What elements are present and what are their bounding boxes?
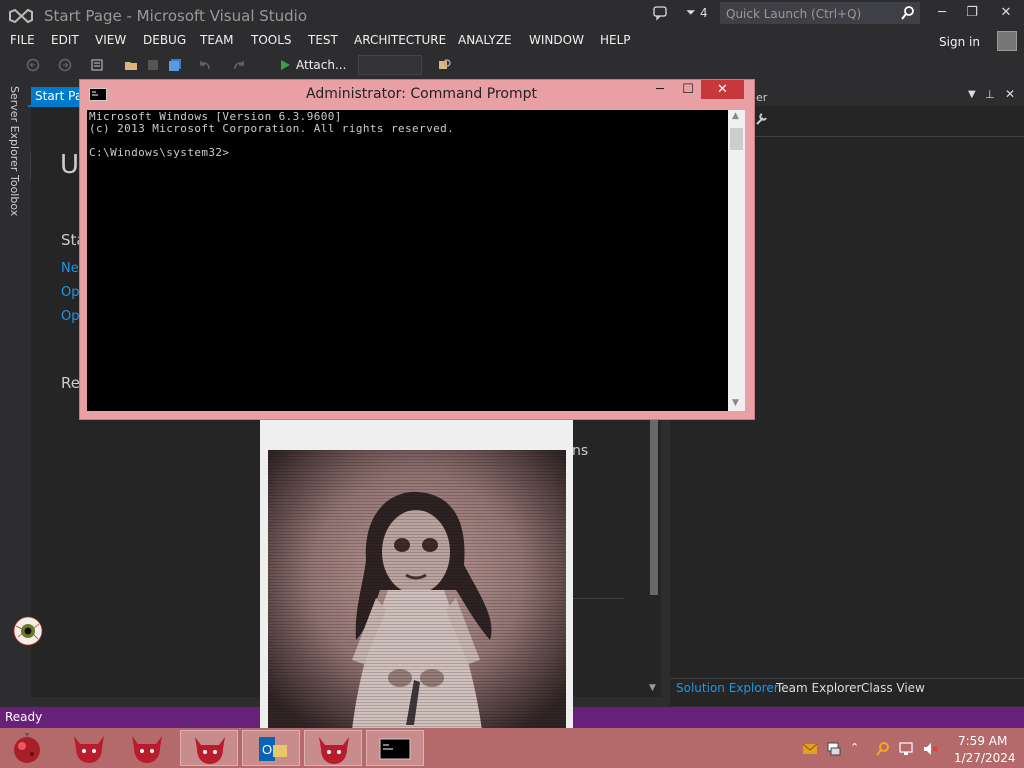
cmd-window-icon[interactable] [89, 88, 107, 101]
demon-head-icon [74, 736, 104, 763]
tab-team-explorer[interactable]: Team Explorer [776, 681, 862, 695]
account-avatar-icon[interactable] [997, 31, 1017, 51]
new-project-link[interactable]: Ne [61, 261, 79, 276]
clock-date[interactable]: 1/27/2024 [954, 751, 1016, 765]
feedback-count: 4 [700, 6, 708, 20]
start-page-scrollbar[interactable] [650, 420, 658, 595]
creepy-girl-image [268, 450, 566, 730]
menu-analyze[interactable]: ANALYZE [458, 33, 512, 47]
clock-time[interactable]: 7:59 AM [958, 734, 1007, 748]
scroll-down-icon[interactable]: ▼ [649, 683, 656, 693]
open-project-link[interactable]: Op [61, 285, 79, 300]
properties-wrench-icon[interactable] [754, 112, 768, 126]
forward-icon[interactable] [58, 58, 72, 72]
menu-test[interactable]: TEST [308, 33, 338, 47]
pin-icon[interactable]: ⊥ [985, 88, 995, 101]
menu-tools[interactable]: TOOLS [251, 33, 292, 47]
start-page-heading: U [60, 150, 80, 180]
show-hidden-icons-icon[interactable]: ⌃ [850, 741, 859, 754]
volume-muted-icon[interactable] [922, 741, 938, 757]
play-icon[interactable] [278, 58, 292, 72]
console-line: (c) 2013 Microsoft Corporation. All righ… [89, 122, 455, 135]
news-text-fragment: ns [572, 443, 589, 459]
redo-icon[interactable] [232, 58, 246, 72]
restore-button[interactable]: ❐ [962, 5, 982, 21]
quick-launch-input[interactable]: Quick Launch (Ctrl+Q) [720, 2, 920, 24]
search-icon[interactable] [875, 741, 891, 757]
console-prompt-line: C:\Windows\system32> [89, 146, 230, 159]
new-project-icon[interactable] [90, 58, 104, 72]
menu-help[interactable]: HELP [600, 33, 631, 47]
minimize-button[interactable]: ─ [932, 5, 952, 21]
solution-explorer-title: er [756, 91, 768, 104]
svg-text:O: O [262, 742, 272, 757]
network-icon[interactable] [898, 741, 914, 757]
demon-head-icon [319, 737, 349, 764]
network-share-icon[interactable] [826, 741, 842, 757]
taskbar-demon-app[interactable] [60, 730, 118, 766]
scroll-down-icon[interactable]: ▼ [732, 398, 739, 408]
cmd-app-icon [379, 738, 411, 760]
demon-head-icon [195, 737, 225, 764]
server-explorer-tab[interactable]: Server Explorer [8, 86, 21, 171]
recent-section-heading: Re [61, 374, 80, 392]
taskbar-cmd-app[interactable] [366, 730, 424, 766]
back-icon[interactable] [26, 58, 40, 72]
menu-window[interactable]: WINDOW [529, 33, 584, 47]
close-button[interactable]: ✕ [996, 5, 1016, 21]
feedback-flag-icon[interactable]: ⏷ [686, 5, 696, 20]
visual-studio-logo-icon [9, 8, 33, 24]
search-icon[interactable] [900, 5, 916, 21]
attach-button[interactable]: Attach... [296, 58, 346, 72]
taskbar-demon-app-active[interactable] [304, 730, 362, 766]
tab-class-view[interactable]: Class View [861, 681, 925, 695]
menu-architecture[interactable]: ARCHITECTURE [354, 33, 446, 47]
taskbar-outlook-app[interactable]: O [242, 730, 300, 766]
start-orb-icon[interactable] [10, 731, 44, 765]
menu-team[interactable]: TEAM [200, 33, 233, 47]
cmd-scrollbar[interactable] [728, 110, 745, 411]
cmd-close-button[interactable]: ✕ [701, 80, 744, 99]
menu-edit[interactable]: EDIT [51, 33, 79, 47]
window-title: Start Page - Microsoft Visual Studio [44, 7, 308, 25]
toolbox-tab[interactable]: Toolbox [8, 175, 21, 216]
menu-file[interactable]: FILE [10, 33, 35, 47]
cmd-window-title: Administrator: Command Prompt [306, 86, 537, 102]
demon-head-icon [132, 736, 162, 763]
sign-in-link[interactable]: Sign in [939, 35, 980, 49]
eyeball-icon [13, 616, 43, 646]
open-from-source-control-link[interactable]: Op [61, 309, 79, 324]
desktop: Start Page - Microsoft Visual Studio ⏷ 4… [0, 0, 1024, 768]
find-in-files-icon[interactable] [438, 58, 452, 72]
outlook-icon: O [259, 737, 287, 761]
cmd-maximize-button[interactable]: ☐ [678, 82, 698, 98]
scroll-up-icon[interactable]: ▲ [732, 111, 739, 121]
status-text: Ready [5, 710, 43, 724]
notifications-icon[interactable] [652, 5, 668, 21]
tab-solution-explorer[interactable]: Solution Explorer [676, 681, 779, 695]
panel-tabs-divider [670, 678, 1024, 679]
panel-close-icon[interactable]: ✕ [1005, 87, 1015, 101]
taskbar-demon-app[interactable] [118, 730, 176, 766]
cmd-minimize-button[interactable]: ─ [650, 82, 670, 98]
mail-icon[interactable] [802, 741, 818, 757]
solution-config-dropdown[interactable] [358, 55, 422, 75]
save-all-icon[interactable] [168, 58, 182, 72]
menu-debug[interactable]: DEBUG [143, 33, 186, 47]
divider [572, 598, 624, 599]
taskbar-demon-app-active[interactable] [180, 730, 238, 766]
menu-view[interactable]: VIEW [95, 33, 126, 47]
panel-dropdown-icon[interactable]: ▼ [968, 89, 976, 100]
save-icon[interactable] [146, 58, 160, 72]
quick-launch-placeholder: Quick Launch (Ctrl+Q) [726, 7, 862, 21]
cmd-scroll-thumb[interactable] [730, 128, 743, 150]
undo-icon[interactable] [198, 58, 212, 72]
open-file-icon[interactable] [124, 58, 138, 72]
